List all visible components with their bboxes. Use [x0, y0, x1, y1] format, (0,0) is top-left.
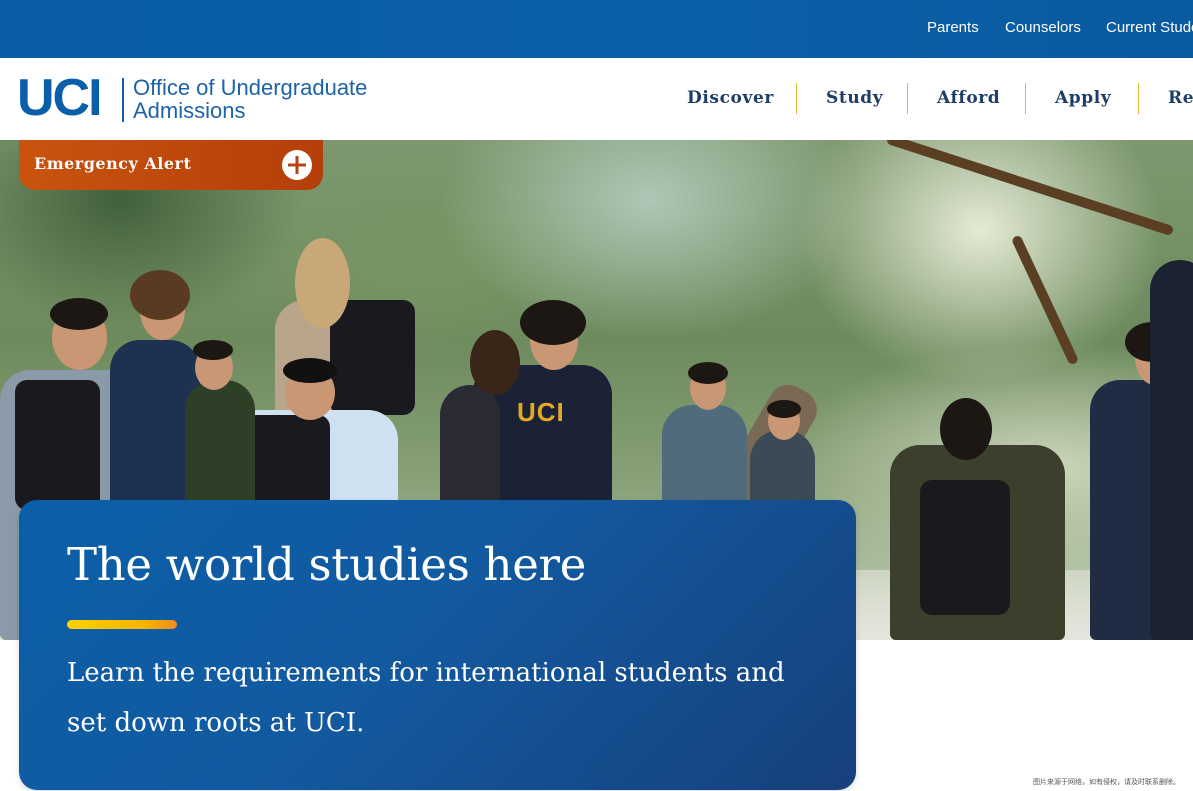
utility-link-counselors[interactable]: Counselors [1005, 19, 1081, 36]
nav-resources[interactable]: Resources [1168, 88, 1193, 108]
uci-logo: UCI [17, 69, 103, 127]
nav-afford[interactable]: Afford [937, 88, 1000, 108]
logo-divider [122, 78, 124, 122]
emergency-alert[interactable]: Emergency Alert [19, 140, 323, 190]
nav-separator [1138, 83, 1139, 114]
site-header: UCI Office of Undergraduate Admissions D… [0, 58, 1193, 140]
hero-card: The world studies here Learn the require… [19, 500, 856, 790]
plus-circle-icon[interactable] [282, 150, 312, 180]
office-name-line2: Admissions [133, 98, 246, 123]
nav-separator [1025, 83, 1026, 114]
office-name: Office of Undergraduate Admissions [133, 76, 367, 122]
image-credit-note: 图片来源于网络，如有侵权，请及时联系删除。 [1033, 778, 1180, 786]
hoodie-logo: UCI [517, 397, 565, 427]
hero-accent-rule [67, 620, 177, 629]
utility-link-current-students[interactable]: Current Students [1106, 19, 1193, 36]
utility-bar: Parents Counselors Current Students [0, 0, 1193, 58]
nav-study[interactable]: Study [826, 88, 883, 108]
hero-title: The world studies here [67, 538, 587, 591]
nav-apply[interactable]: Apply [1055, 88, 1111, 108]
office-name-line1: Office of Undergraduate [133, 75, 368, 100]
utility-link-parents[interactable]: Parents [927, 19, 979, 36]
hero-subtitle: Learn the requirements for international… [67, 658, 785, 738]
nav-separator [907, 83, 908, 114]
nav-separator [796, 83, 797, 114]
emergency-alert-label: Emergency Alert [34, 154, 192, 173]
nav-discover[interactable]: Discover [687, 88, 774, 108]
